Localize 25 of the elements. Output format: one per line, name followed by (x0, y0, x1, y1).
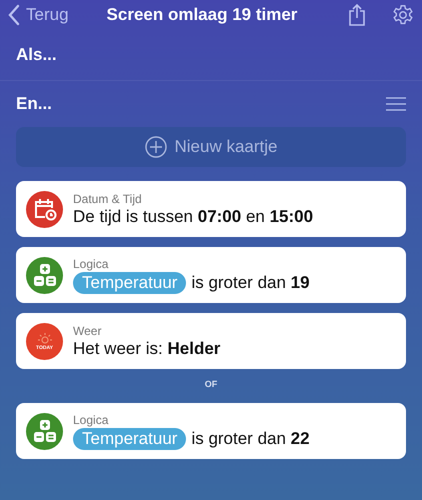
or-separator: OF (204, 379, 218, 389)
condition-text: is groter dan 19 (191, 272, 310, 292)
calendar-clock-icon (26, 190, 63, 228)
card-category: Datum & Tijd (73, 192, 143, 206)
settings-icon[interactable] (392, 4, 414, 26)
card-category: Weer (73, 324, 102, 338)
card-category: Logica (73, 412, 110, 426)
condition-text: De tijd is tussen 07:00 en 15:00 (73, 206, 314, 226)
condition-card[interactable]: Logica Temperatuur is groter dan 22 (16, 403, 406, 459)
new-card-button[interactable]: Nieuw kaartje (16, 127, 406, 167)
logic-blocks-icon (26, 256, 63, 294)
plus-circle-icon (144, 136, 166, 158)
condition-text: is groter dan 22 (191, 428, 310, 448)
condition-card[interactable]: Logica Temperatuur is groter dan 19 (16, 247, 406, 303)
back-button[interactable]: Terug (8, 4, 69, 26)
logic-blocks-icon (26, 412, 63, 450)
back-chevron-icon (8, 4, 20, 26)
section-heading: En... (16, 94, 52, 114)
section-heading: Als... (16, 45, 57, 65)
share-icon[interactable] (348, 3, 366, 27)
condition-card[interactable]: Datum & Tijd De tijd is tussen 07:00 en 15:00 (16, 181, 406, 237)
menu-icon[interactable] (386, 97, 406, 111)
condition-text: Het weer is: Helder (73, 338, 220, 358)
screen-title: Screen omlaag 19 timer (106, 5, 298, 25)
card-category: Logica (73, 256, 110, 270)
